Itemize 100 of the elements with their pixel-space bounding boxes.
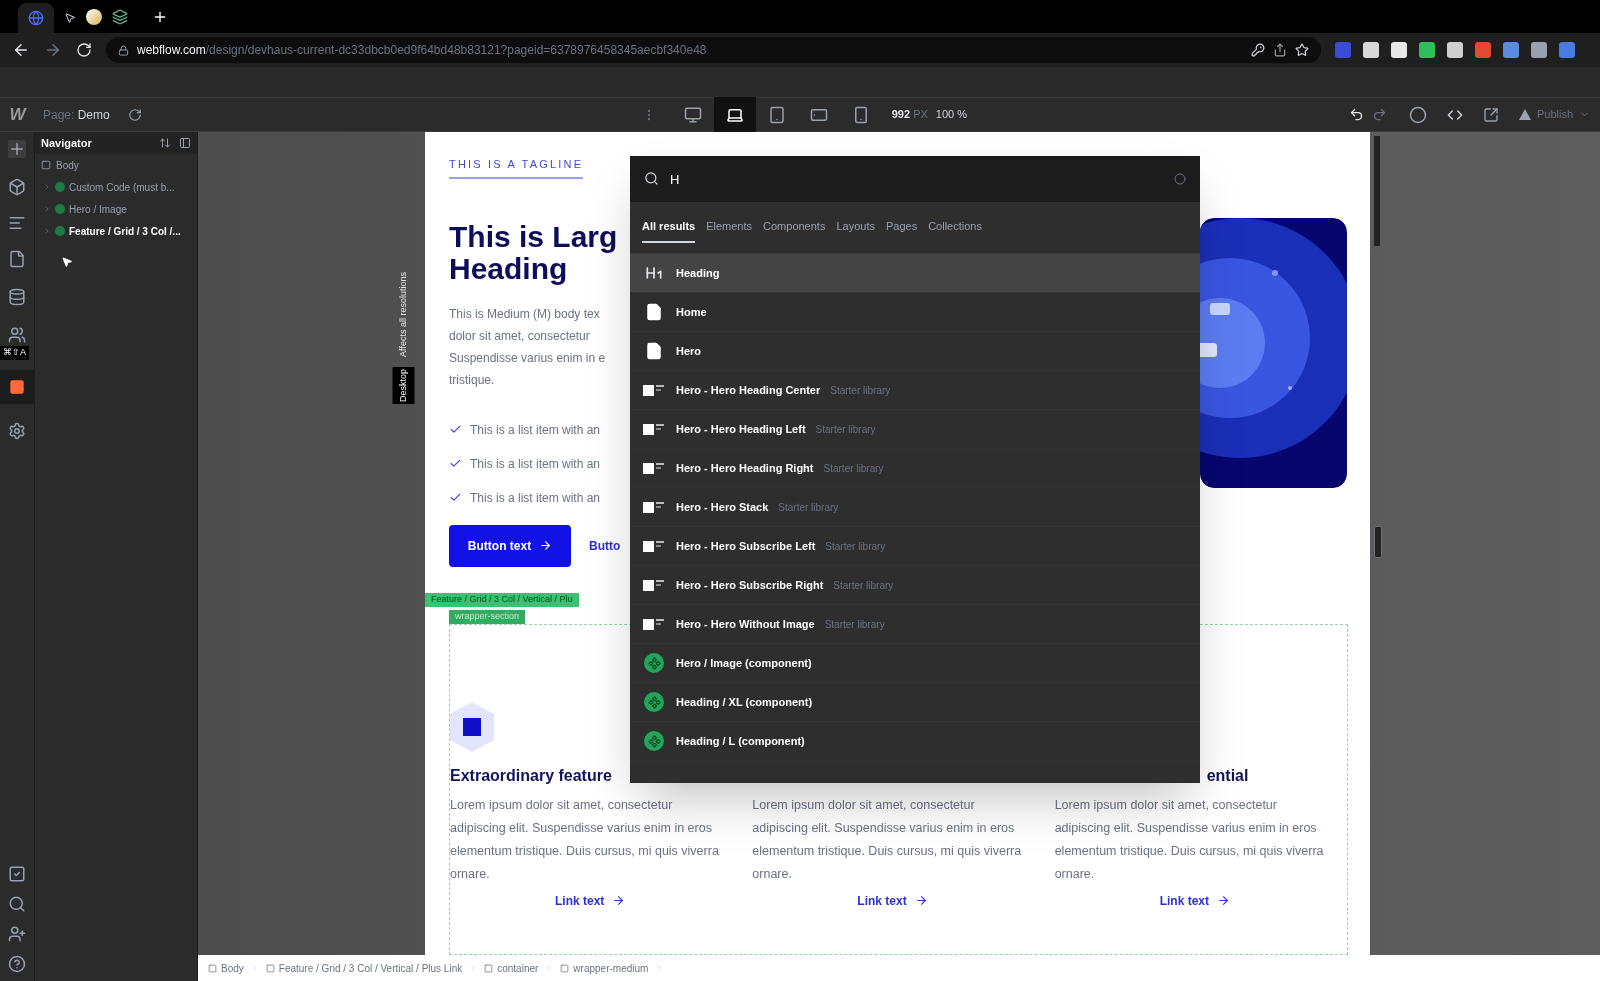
scrollbar-thumb[interactable]: [1374, 136, 1380, 246]
back-icon[interactable]: [12, 41, 30, 59]
redo-icon[interactable]: [1371, 107, 1387, 122]
add-icon[interactable]: [8, 140, 26, 158]
primary-button[interactable]: Button text: [449, 524, 571, 567]
assets-icon[interactable]: [0, 369, 35, 404]
share-icon[interactable]: [1273, 43, 1287, 57]
component-icon: [644, 692, 664, 712]
check-icon: [449, 423, 462, 436]
breadcrumb-item[interactable]: Feature / Grid / 3 Col / Vertical / Plus Link: [265, 960, 463, 976]
result-item[interactable]: Home: [630, 293, 1200, 332]
tagline: THIS IS A TAGLINE: [449, 156, 584, 179]
shortcut-tooltip: ⌘⇧A: [0, 346, 29, 360]
arrow-right-icon: [612, 894, 626, 907]
result-item[interactable]: Hero: [630, 332, 1200, 371]
tree-item[interactable]: Hero / Image: [35, 198, 197, 220]
page-selector[interactable]: Page: Demo: [43, 105, 110, 124]
panel-title: Navigator: [41, 135, 92, 151]
layers-icon[interactable]: [112, 9, 128, 25]
checklist-icon[interactable]: [8, 865, 26, 883]
page-icon[interactable]: [8, 250, 26, 268]
selection-label: wrapper-section: [449, 609, 526, 624]
layout-icon: [643, 617, 665, 631]
help-icon[interactable]: [8, 955, 26, 973]
result-item[interactable]: Heading: [630, 254, 1200, 293]
body-icon: [41, 160, 51, 170]
forward-icon[interactable]: [44, 41, 62, 59]
component-icon: [55, 204, 65, 214]
result-item[interactable]: Hero - Hero Subscribe Right Starter library: [630, 566, 1200, 605]
body-text-line: This is Medium (M) body tex: [449, 305, 601, 323]
body-text-line: dolor sit amet, consectetur: [449, 327, 591, 345]
breadcrumb-item[interactable]: Body: [208, 960, 244, 976]
component-icon: [644, 731, 664, 751]
square-icon: [560, 963, 570, 973]
breadcrumb-item[interactable]: container: [484, 960, 539, 976]
result-item[interactable]: Hero - Hero Subscribe Left Starter library: [630, 527, 1200, 566]
filter-tab[interactable]: Elements: [706, 212, 753, 243]
body-text-line: Suspendisse varius enim in e: [449, 349, 607, 367]
search-icon[interactable]: [8, 895, 26, 913]
breadcrumb-item[interactable]: wrapper-medium: [560, 960, 649, 976]
result-item[interactable]: Hero - Hero Heading Left Starter library: [630, 410, 1200, 449]
filter-tab[interactable]: All results: [642, 212, 696, 243]
filter-tab[interactable]: Layouts: [836, 212, 875, 243]
box-icon[interactable]: [8, 178, 26, 196]
arrow-right-icon: [1217, 894, 1230, 907]
search-icon: [644, 171, 659, 186]
layout-icon: [643, 383, 665, 397]
laptop-breakpoint-icon[interactable]: [713, 97, 756, 132]
result-item[interactable]: Heading / L (component): [630, 722, 1200, 761]
preview-icon[interactable]: [1408, 105, 1427, 124]
feature-link[interactable]: Link text: [857, 891, 928, 910]
source-label: Starter library: [825, 539, 886, 554]
export-icon[interactable]: [1482, 106, 1499, 123]
filter-tab[interactable]: Pages: [885, 212, 918, 243]
navigator-icon[interactable]: [8, 214, 26, 232]
layout-icon: [643, 500, 665, 514]
result-item[interactable]: Hero / Image (component): [630, 644, 1200, 683]
hero-heading-line: Heading: [449, 252, 568, 285]
body-text-line: tristique.: [449, 371, 496, 389]
secondary-link[interactable]: Butto: [589, 536, 621, 555]
globe-icon: [28, 10, 44, 26]
reload-icon[interactable]: [76, 42, 92, 58]
add-user-icon[interactable]: [8, 925, 26, 943]
search-field[interactable]: H: [630, 156, 1200, 202]
browser-tab-icon[interactable]: [86, 9, 102, 25]
layout-icon: [643, 422, 665, 436]
filter-tab[interactable]: Components: [763, 212, 826, 243]
collapse-icon[interactable]: [159, 137, 171, 149]
undo-icon[interactable]: [1348, 107, 1364, 122]
result-item[interactable]: Hero - Hero Heading Center Starter library: [630, 371, 1200, 410]
result-item[interactable]: Hero - Hero Stack Starter library: [630, 488, 1200, 527]
result-item[interactable]: Hero - Hero Heading Right Starter library: [630, 449, 1200, 488]
square-icon: [265, 963, 275, 973]
cursor-icon[interactable]: [64, 12, 76, 24]
database-icon[interactable]: [8, 288, 26, 306]
result-item[interactable]: Hero - Hero Without Image Starter library: [630, 605, 1200, 644]
layout-icon: [643, 539, 665, 553]
address-field[interactable]: webflow.com/design/devhaus-current-dc33dbcb0ed9f64bd48b83121?pageid=6378976458345aecbf340e48: [106, 37, 1321, 63]
settings-icon[interactable]: [8, 421, 26, 440]
webflow-logo[interactable]: W: [0, 101, 35, 128]
tree-item[interactable]: Custom Code (must b...: [35, 176, 197, 198]
tree-item[interactable]: Feature / Grid / 3 Col /...: [35, 220, 197, 242]
result-item[interactable]: Heading / XL (component): [630, 683, 1200, 722]
browser-tab[interactable]: [18, 3, 54, 33]
tree-item[interactable]: Body: [35, 154, 197, 176]
canvas-zoom: 100 %: [935, 107, 968, 123]
key-icon[interactable]: [1251, 43, 1265, 57]
filter-tab[interactable]: Collections: [928, 212, 982, 243]
users-icon[interactable]: [8, 326, 26, 344]
new-tab-icon[interactable]: [152, 9, 168, 25]
feature-link[interactable]: Link text: [555, 891, 626, 910]
resize-handle[interactable]: [1374, 526, 1382, 558]
sync-icon[interactable]: [127, 107, 142, 122]
arrow-right-icon: [539, 539, 553, 552]
feature-link[interactable]: Link text: [1159, 891, 1230, 910]
dock-icon[interactable]: [179, 137, 191, 149]
source-label: Starter library: [833, 578, 894, 593]
lock-icon: [118, 44, 129, 56]
component-icon: [644, 653, 664, 673]
bookmark-star-icon[interactable]: [1295, 43, 1309, 57]
